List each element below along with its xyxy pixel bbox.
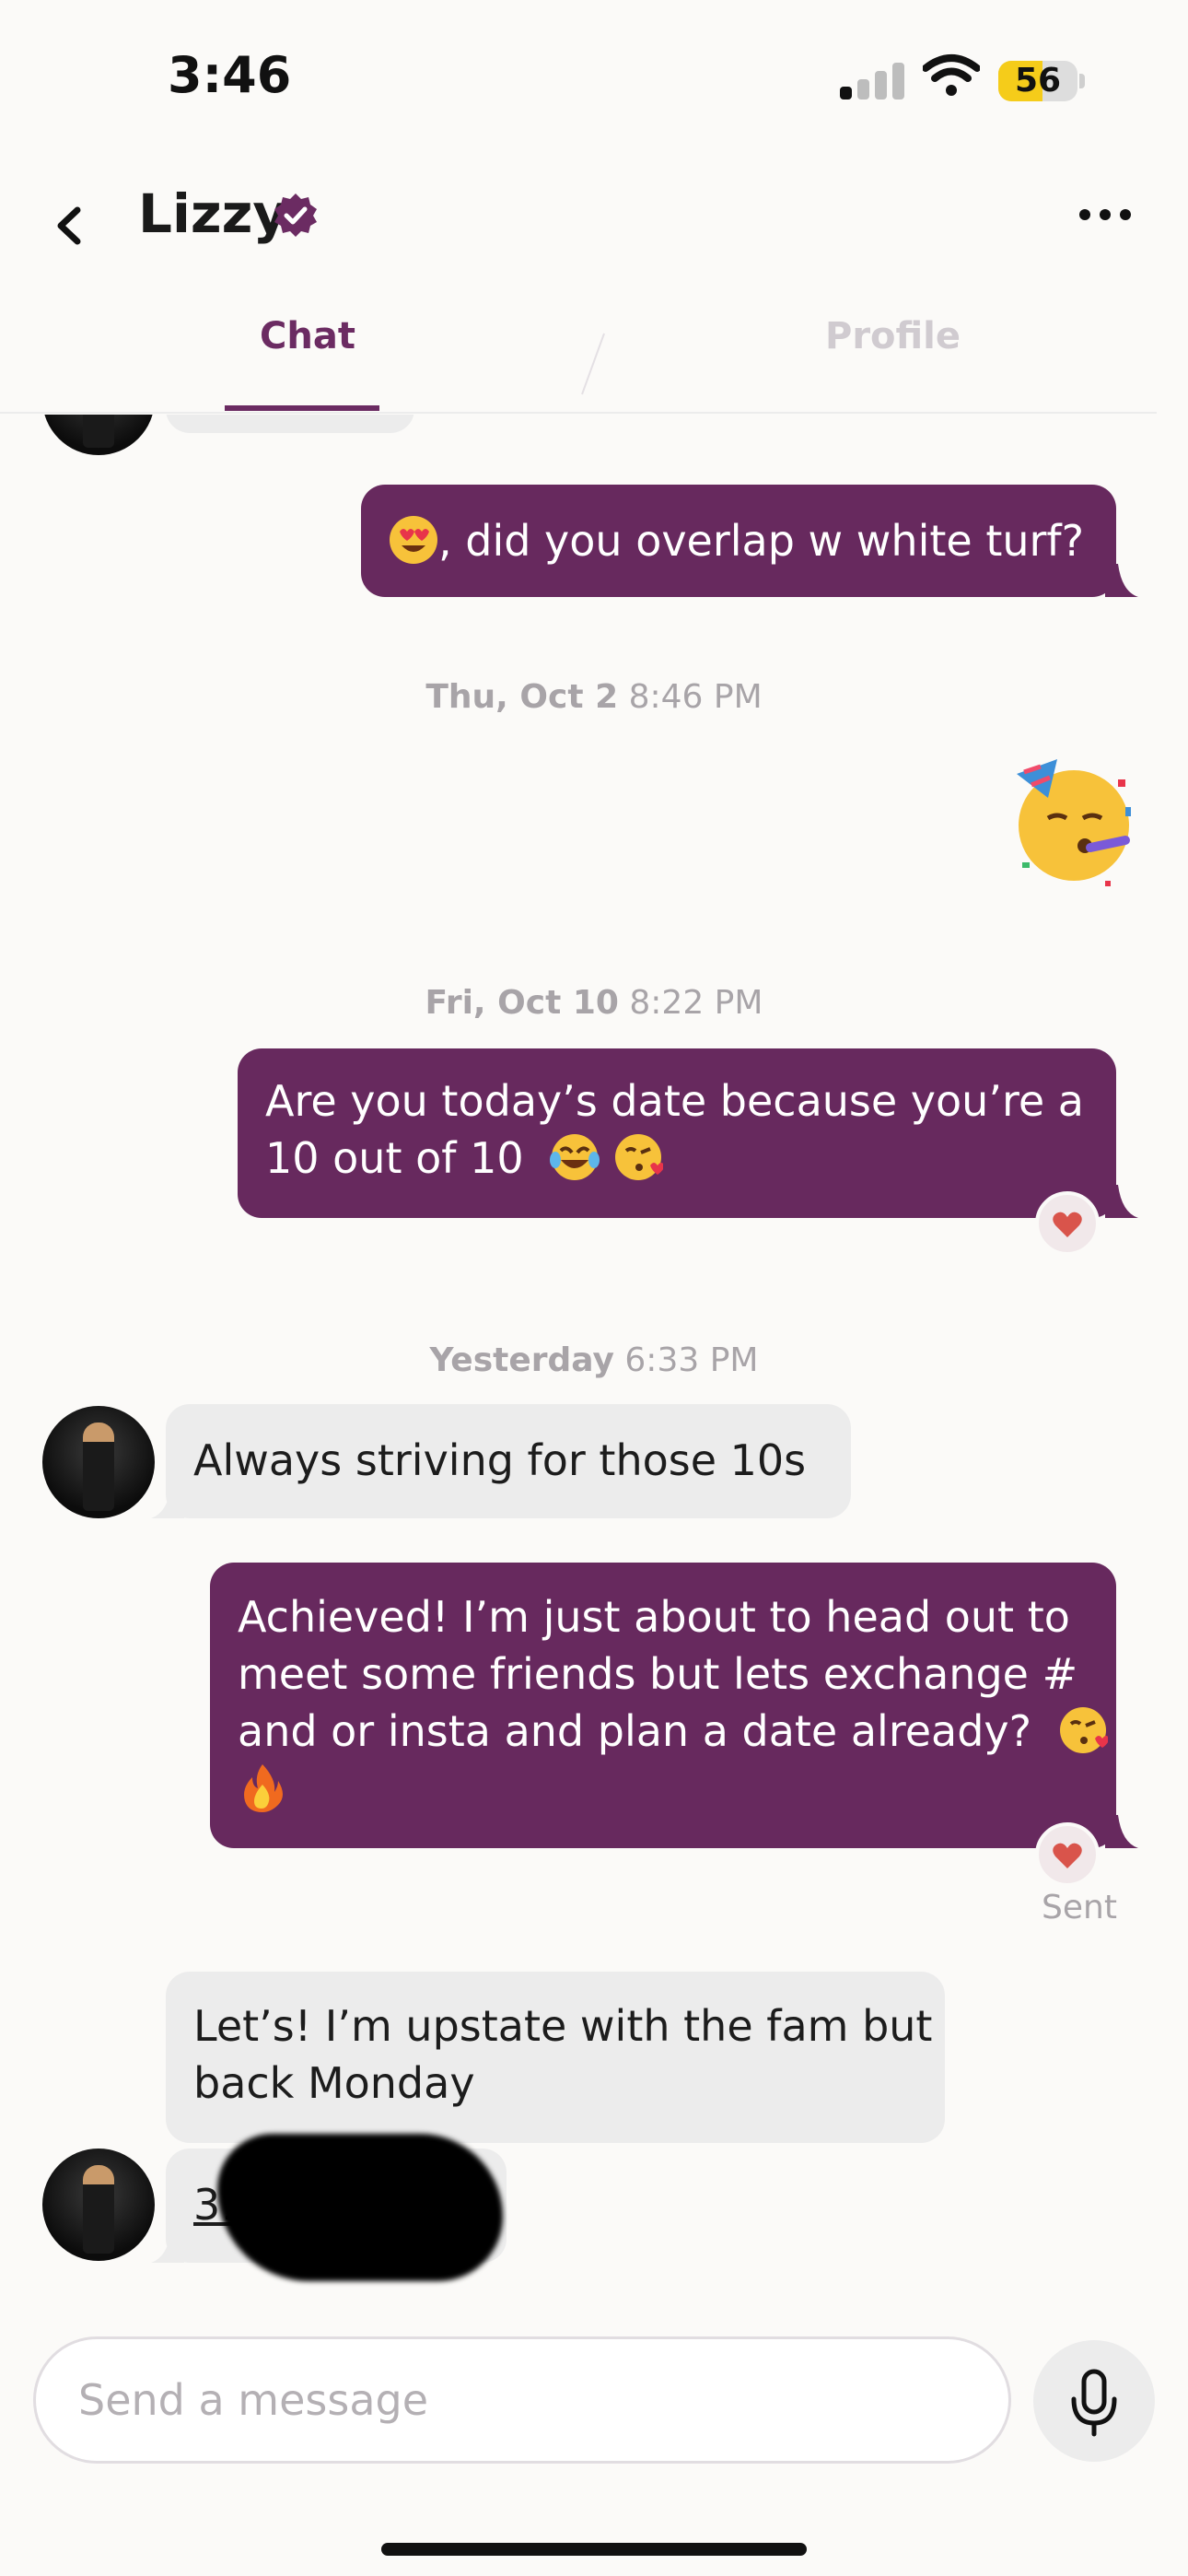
message-text-line: Achieved! I’m just about to head out to: [238, 1592, 1070, 1642]
bubble-tail: [151, 2230, 184, 2263]
timestamp-time: 8:22 PM: [629, 984, 763, 1022]
timestamp-day: Yesterday: [429, 1341, 614, 1379]
microphone-icon: [1071, 2369, 1117, 2437]
wifi-icon: [923, 54, 980, 96]
fire-emoji: [244, 1764, 283, 1812]
battery-cap: [1079, 74, 1085, 88]
cellular-signal-icon: [840, 61, 904, 100]
tears-of-joy-emoji: [550, 1134, 600, 1180]
chevron-left-icon[interactable]: [46, 193, 92, 258]
message-text-line: 10 out of 10: [265, 1133, 524, 1183]
message-text: , did you overlap w white turf?: [438, 516, 1085, 566]
timestamp-time: 8:46 PM: [628, 678, 763, 716]
partying-face-emoji[interactable]: [1004, 752, 1142, 890]
message-text-line: and or insta and plan a date already?: [238, 1706, 1032, 1756]
message-bubble-outgoing[interactable]: Are you today’s date because you’re a 10…: [238, 1048, 1116, 1218]
microphone-button[interactable]: [1033, 2340, 1155, 2462]
message-text-line: meet some friends but lets exchange #: [238, 1649, 1078, 1699]
home-indicator[interactable]: [381, 2543, 807, 2556]
heart-reaction[interactable]: [1035, 1822, 1100, 1887]
timestamp-divider: Thu, Oct 2 8:46 PM: [0, 678, 1188, 716]
face-blowing-kiss-emoji: [614, 1134, 663, 1180]
timestamp-divider: Fri, Oct 10 8:22 PM: [0, 984, 1188, 1022]
tab-profile[interactable]: Profile: [825, 315, 961, 357]
heart-icon: [1053, 1843, 1082, 1868]
redaction-mark: [217, 2134, 503, 2281]
contact-name[interactable]: Lizzy: [138, 182, 287, 245]
bubble-tail: [1105, 564, 1138, 597]
timestamp-day: Fri, Oct 10: [425, 984, 619, 1022]
timestamp-divider: Yesterday 6:33 PM: [0, 1341, 1188, 1379]
bubble-tail: [1105, 1185, 1138, 1218]
message-text: Always striving for those 10s: [193, 1435, 807, 1485]
timestamp-day: Thu, Oct 2: [425, 678, 619, 716]
message-bubble-outgoing[interactable]: , did you overlap w white turf?: [361, 485, 1116, 597]
face-blowing-kiss-emoji: [1059, 1707, 1108, 1753]
timestamp-time: 6:33 PM: [624, 1341, 759, 1379]
bubble-tail: [1105, 1815, 1138, 1848]
battery-icon: 56: [998, 61, 1077, 101]
status-time: 3:46: [168, 46, 292, 104]
chat-header: Lizzy Chat Profile: [0, 147, 1188, 415]
avatar[interactable]: [42, 1406, 155, 1518]
message-text-line: Are you today’s date because you’re a: [265, 1076, 1084, 1126]
message-bubble-incoming[interactable]: Always striving for those 10s: [166, 1404, 851, 1518]
message-composer: [0, 2303, 1188, 2576]
bubble-tail: [151, 1485, 184, 1518]
battery-level: 56: [1014, 62, 1062, 100]
message-input[interactable]: [33, 2336, 1011, 2464]
avatar[interactable]: [42, 415, 155, 455]
heart-icon: [1053, 1212, 1082, 1237]
heart-reaction[interactable]: [1035, 1191, 1100, 1256]
ellipsis-icon[interactable]: [1077, 201, 1133, 228]
message-bubble-outgoing[interactable]: Achieved! I’m just about to head out to …: [210, 1563, 1116, 1848]
active-tab-indicator: [225, 405, 379, 411]
verified-badge-icon: [274, 193, 317, 237]
tab-chat[interactable]: Chat: [260, 315, 355, 357]
message-text-line: Let’s! I’m upstate with the fam but: [193, 2001, 933, 2051]
message-text-line: back Monday: [193, 2058, 475, 2108]
message-bubble-incoming: [166, 415, 414, 433]
avatar[interactable]: [42, 2149, 155, 2261]
message-bubble-incoming[interactable]: Let’s! I’m upstate with the fam but back…: [166, 1972, 945, 2143]
tab-divider: [581, 333, 605, 395]
status-bar: 3:46 56: [0, 0, 1188, 147]
delivery-status: Sent: [1042, 1889, 1117, 1926]
header-divider: [0, 412, 1157, 414]
heart-eyes-emoji: [390, 516, 437, 564]
message-list[interactable]: , did you overlap w white turf? Thu, Oct…: [0, 415, 1188, 2303]
